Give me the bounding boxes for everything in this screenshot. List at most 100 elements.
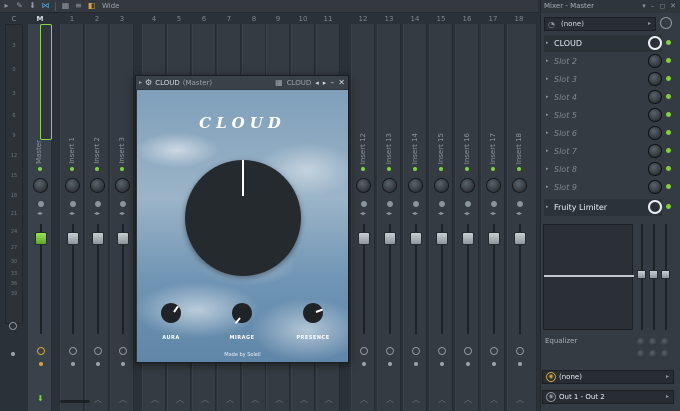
record-arm-button[interactable] (516, 347, 524, 355)
panel-menu-icon[interactable]: ▾ (642, 0, 646, 13)
plugin-options-arrow-icon[interactable]: ▸ (139, 79, 142, 86)
volume-fader[interactable] (488, 232, 500, 245)
mixer-strip-insert-18[interactable]: Insert 18 ◂▸ ︿ (507, 24, 537, 411)
route-up-chevron-icon[interactable]: ︿ (201, 394, 209, 405)
route-dot[interactable] (492, 362, 496, 366)
route-up-chevron-icon[interactable]: ︿ (325, 394, 333, 405)
strip-led-indicator[interactable] (413, 167, 417, 171)
route-up-chevron-icon[interactable]: ︿ (151, 394, 159, 405)
volume-knob[interactable] (382, 178, 397, 193)
volume-fader[interactable] (462, 232, 474, 245)
volume-fader[interactable] (436, 232, 448, 245)
mixer-strip-insert-15[interactable]: Insert 15 ◂▸ ︿ (429, 24, 453, 411)
panel-close-icon[interactable]: ✕ (670, 0, 676, 13)
route-up-chevron-icon[interactable]: ︿ (516, 394, 524, 405)
swap-icon[interactable]: ◂▸ (438, 210, 444, 217)
pan-knob[interactable] (413, 201, 419, 207)
slot-3[interactable]: ▸ Slot 3 (544, 71, 662, 88)
eq-band-fader[interactable] (661, 270, 670, 279)
pan-knob[interactable] (361, 201, 367, 207)
layout-icon[interactable]: ◧ (85, 0, 98, 12)
pan-knob[interactable] (95, 201, 101, 207)
slot-expand-icon[interactable]: ▸ (546, 35, 549, 52)
eq-bw-knob[interactable] (637, 350, 645, 358)
view-mode-icon[interactable]: ▦ (59, 0, 72, 12)
mixer-mode-label[interactable]: Wide (102, 2, 119, 10)
slot-mix-knob[interactable] (648, 126, 662, 140)
volume-knob[interactable] (408, 178, 423, 193)
slot-expand-icon[interactable]: ▸ (546, 71, 549, 88)
volume-knob[interactable] (512, 178, 527, 193)
swap-icon[interactable]: ◂▸ (37, 210, 43, 217)
slot-enable-led[interactable] (666, 130, 671, 135)
slot-mix-knob[interactable] (648, 144, 662, 158)
pan-knob[interactable] (517, 201, 523, 207)
eq-graph[interactable] (543, 224, 634, 330)
slot-enable-led[interactable] (666, 94, 671, 99)
eq-band-fader[interactable] (637, 270, 646, 279)
slot-enable-led[interactable] (666, 76, 671, 81)
mixer-strip-insert-17[interactable]: Insert 17 ◂▸ ︿ (481, 24, 505, 411)
volume-knob[interactable] (33, 178, 48, 193)
aura-knob[interactable] (161, 303, 181, 323)
swap-icon[interactable]: ◂▸ (386, 210, 392, 217)
route-dot[interactable] (121, 362, 125, 366)
slot-enable-led[interactable] (666, 204, 671, 209)
route-dot[interactable] (388, 362, 392, 366)
strip-led-indicator[interactable] (38, 167, 42, 171)
panel-maximize-icon[interactable]: ◻ (659, 0, 665, 13)
route-up-chevron-icon[interactable]: ︿ (119, 394, 127, 405)
next-preset-icon[interactable]: ▸ (323, 79, 327, 87)
slot-mix-knob[interactable] (648, 54, 662, 68)
eq-bw-knob[interactable] (661, 350, 669, 358)
main-mix-knob[interactable] (185, 160, 301, 276)
route-up-chevron-icon[interactable]: ︿ (226, 394, 234, 405)
strip-led-indicator[interactable] (361, 167, 365, 171)
route-up-chevron-icon[interactable]: ︿ (438, 394, 446, 405)
volume-knob[interactable] (115, 178, 130, 193)
gear-icon[interactable]: ⚙ (145, 78, 152, 87)
slot-9[interactable]: ▸ Slot 9 (544, 179, 662, 196)
close-icon[interactable]: ✕ (338, 78, 345, 87)
slot-enable-led[interactable] (666, 40, 671, 45)
arrow-menu-icon[interactable]: ▸ (0, 0, 13, 12)
route-up-chevron-icon[interactable]: ︿ (490, 394, 498, 405)
slot-expand-icon[interactable]: ▸ (546, 161, 549, 178)
mixer-strip-insert-13[interactable]: Insert 13 ◂▸ ︿ (377, 24, 401, 411)
route-dot[interactable] (362, 362, 366, 366)
slot-enable-led[interactable] (666, 148, 671, 153)
eq-freq-knob[interactable] (649, 338, 657, 346)
record-arm-button[interactable] (386, 347, 394, 355)
route-up-chevron-icon[interactable]: ︿ (275, 394, 283, 405)
strip-led-indicator[interactable] (95, 167, 99, 171)
slot-10[interactable]: ▸ Fruity Limiter (544, 199, 662, 216)
strip-led-indicator[interactable] (387, 167, 391, 171)
route-up-chevron-icon[interactable]: ︿ (412, 394, 420, 405)
mixer-strip-insert-3[interactable]: Insert 3 ◂▸ ︿ (110, 24, 134, 411)
preset-name[interactable]: CLOUD (287, 79, 312, 87)
pan-knob[interactable] (70, 201, 76, 207)
minimize-icon[interactable]: – (330, 78, 334, 87)
input-select[interactable]: ◉ (none) ▸ (542, 370, 674, 384)
slot-mix-knob[interactable] (648, 180, 662, 194)
panel-options-knob[interactable] (660, 17, 672, 29)
tools-icon[interactable]: ✎ (13, 0, 26, 12)
swap-icon[interactable]: ◂▸ (464, 210, 470, 217)
stack-icon[interactable]: ≡ (72, 0, 85, 12)
route-up-chevron-icon[interactable]: ︿ (386, 394, 394, 405)
slot-mix-knob[interactable] (648, 108, 662, 122)
record-arm-button[interactable] (37, 347, 45, 355)
route-dot[interactable] (96, 362, 100, 366)
panel-preset-select[interactable]: ◔ (none) ▸ (544, 17, 656, 31)
mixer-strip-insert-2[interactable]: Insert 2 ◂▸ ︿ (85, 24, 109, 411)
slot-7[interactable]: ▸ Slot 7 (544, 143, 662, 160)
horizontal-scrollbar[interactable] (60, 400, 90, 403)
prev-preset-icon[interactable]: ◂ (315, 79, 319, 87)
route-dot[interactable] (440, 362, 444, 366)
swap-icon[interactable]: ◂▸ (94, 210, 100, 217)
route-dot[interactable] (71, 362, 75, 366)
pan-knob[interactable] (465, 201, 471, 207)
strip-led-indicator[interactable] (70, 167, 74, 171)
slot-enable-led[interactable] (666, 112, 671, 117)
eq-freq-knob[interactable] (637, 338, 645, 346)
